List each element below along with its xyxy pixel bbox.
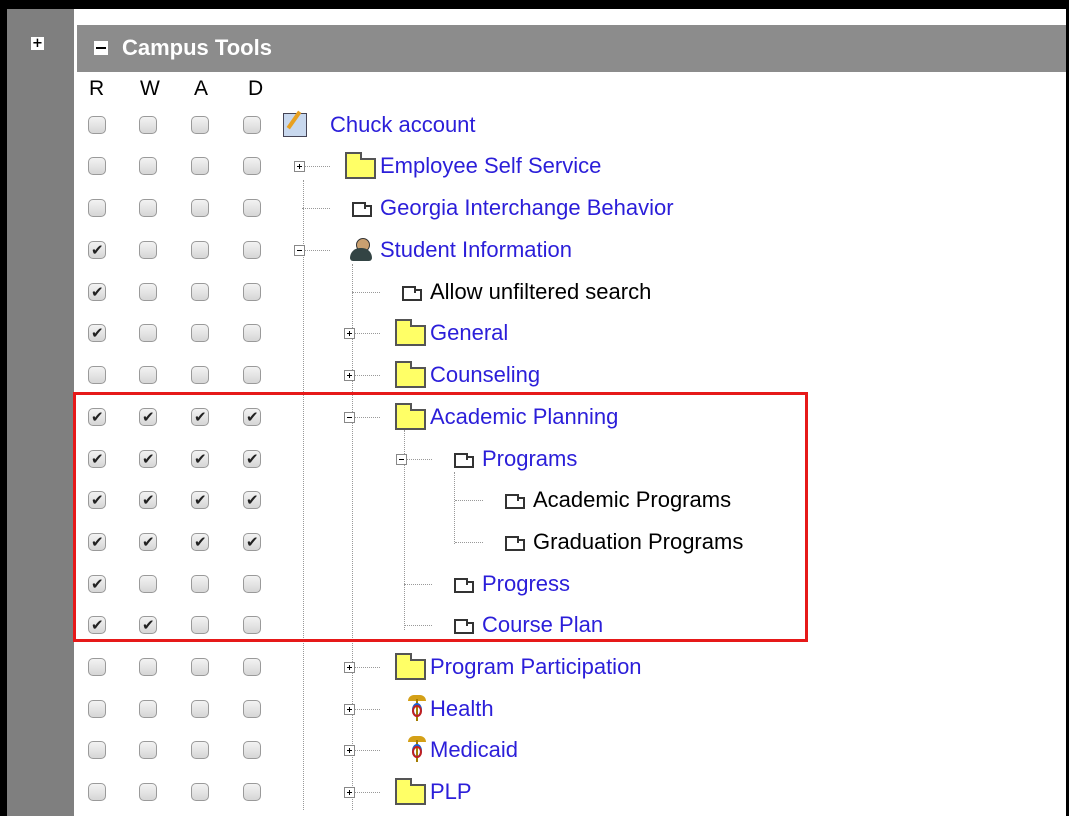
permission-checkbox-d[interactable]: [243, 700, 261, 718]
tree-line: [352, 709, 380, 710]
tree-line: [302, 250, 330, 251]
tree-link[interactable]: Counseling: [430, 362, 540, 388]
permission-checkbox-w[interactable]: [139, 366, 157, 384]
permission-checkbox-r[interactable]: [88, 658, 106, 676]
tree-line: [302, 208, 330, 209]
permission-checkbox-w[interactable]: [139, 783, 157, 801]
permission-checkbox-d[interactable]: [243, 324, 261, 342]
tree-link[interactable]: Medicaid: [430, 737, 518, 763]
column-header-write: W: [140, 77, 160, 100]
folder-icon: [395, 653, 426, 680]
caduceus-icon: [408, 736, 426, 762]
account-icon: [283, 113, 307, 137]
tree-link[interactable]: General: [430, 320, 508, 346]
permission-checkbox-d[interactable]: [243, 658, 261, 676]
panel-title: Campus Tools: [122, 35, 272, 60]
permission-checkbox-w[interactable]: [139, 157, 157, 175]
tree-line: [352, 750, 380, 751]
tree-line: [352, 792, 380, 793]
tree-line: [352, 292, 380, 293]
permission-checkbox-a[interactable]: [191, 241, 209, 259]
permission-checkbox-r[interactable]: [88, 157, 106, 175]
folder-icon: [395, 361, 426, 388]
permission-checkbox-d[interactable]: [243, 283, 261, 301]
permission-checkbox-d[interactable]: [243, 241, 261, 259]
permission-checkbox-w[interactable]: [139, 700, 157, 718]
permission-checkbox-a[interactable]: [191, 741, 209, 759]
permission-checkbox-a[interactable]: [191, 157, 209, 175]
expand-icon[interactable]: [344, 370, 355, 381]
permission-checkbox-a[interactable]: [191, 366, 209, 384]
permission-checkbox-w[interactable]: [139, 199, 157, 217]
tree-line: [302, 166, 330, 167]
permission-checkbox-r[interactable]: [88, 783, 106, 801]
permission-checkbox-r[interactable]: [88, 241, 106, 259]
permission-checkbox-w[interactable]: [139, 324, 157, 342]
tree-link[interactable]: Student Information: [380, 237, 572, 263]
permission-checkbox-r[interactable]: [88, 324, 106, 342]
permission-checkbox-r[interactable]: [88, 199, 106, 217]
page-icon: [402, 286, 422, 301]
permission-checkbox-w[interactable]: [139, 241, 157, 259]
permission-checkbox-d[interactable]: [243, 199, 261, 217]
permission-checkbox-a[interactable]: [191, 700, 209, 718]
left-strip: [7, 9, 74, 816]
tree-link[interactable]: Program Participation: [430, 654, 642, 680]
permission-checkbox-w[interactable]: [139, 116, 157, 134]
permission-checkbox-r[interactable]: [88, 366, 106, 384]
permission-checkbox-w[interactable]: [139, 658, 157, 676]
permission-checkbox-a[interactable]: [191, 658, 209, 676]
permission-checkbox-d[interactable]: [243, 157, 261, 175]
page-icon: [352, 202, 372, 217]
permission-checkbox-r[interactable]: [88, 741, 106, 759]
column-header-read: R: [89, 77, 105, 100]
tree-link[interactable]: Chuck account: [330, 112, 476, 138]
tree-link[interactable]: Health: [430, 696, 494, 722]
permission-checkbox-r[interactable]: [88, 700, 106, 718]
collapse-icon[interactable]: [294, 245, 305, 256]
expand-icon[interactable]: [344, 787, 355, 798]
permission-checkbox-a[interactable]: [191, 199, 209, 217]
collapse-panel-icon[interactable]: [94, 41, 108, 55]
tree-line: [352, 375, 380, 376]
frame-top: [0, 0, 1069, 9]
tree-link[interactable]: Georgia Interchange Behavior: [380, 195, 674, 221]
person-icon: [348, 237, 374, 263]
permission-checkbox-d[interactable]: [243, 783, 261, 801]
permission-checkbox-d[interactable]: [243, 366, 261, 384]
permission-checkbox-d[interactable]: [243, 741, 261, 759]
folder-icon: [395, 319, 426, 346]
tree-line: [352, 667, 380, 668]
tree-link[interactable]: PLP: [430, 779, 472, 805]
tree-link[interactable]: Employee Self Service: [380, 153, 601, 179]
caduceus-icon: [408, 695, 426, 721]
expand-icon[interactable]: [344, 328, 355, 339]
folder-icon: [395, 778, 426, 805]
folder-icon: [345, 152, 376, 179]
permission-checkbox-w[interactable]: [139, 283, 157, 301]
permission-checkbox-a[interactable]: [191, 283, 209, 301]
permission-checkbox-d[interactable]: [243, 116, 261, 134]
expand-icon[interactable]: [344, 662, 355, 673]
column-header-delete: D: [248, 77, 264, 100]
permission-checkbox-w[interactable]: [139, 741, 157, 759]
expand-icon[interactable]: [344, 704, 355, 715]
frame-left: [0, 0, 7, 816]
column-header-add: A: [194, 77, 209, 100]
permission-checkbox-r[interactable]: [88, 116, 106, 134]
permission-checkbox-a[interactable]: [191, 783, 209, 801]
permission-checkbox-r[interactable]: [88, 283, 106, 301]
tree-line: [352, 333, 380, 334]
expand-icon[interactable]: [344, 745, 355, 756]
highlight-box: [73, 392, 808, 642]
tree-label: Allow unfiltered search: [430, 279, 652, 304]
permission-checkbox-a[interactable]: [191, 116, 209, 134]
permission-checkbox-a[interactable]: [191, 324, 209, 342]
expand-all-icon[interactable]: +: [31, 37, 44, 50]
expand-icon[interactable]: [294, 161, 305, 172]
